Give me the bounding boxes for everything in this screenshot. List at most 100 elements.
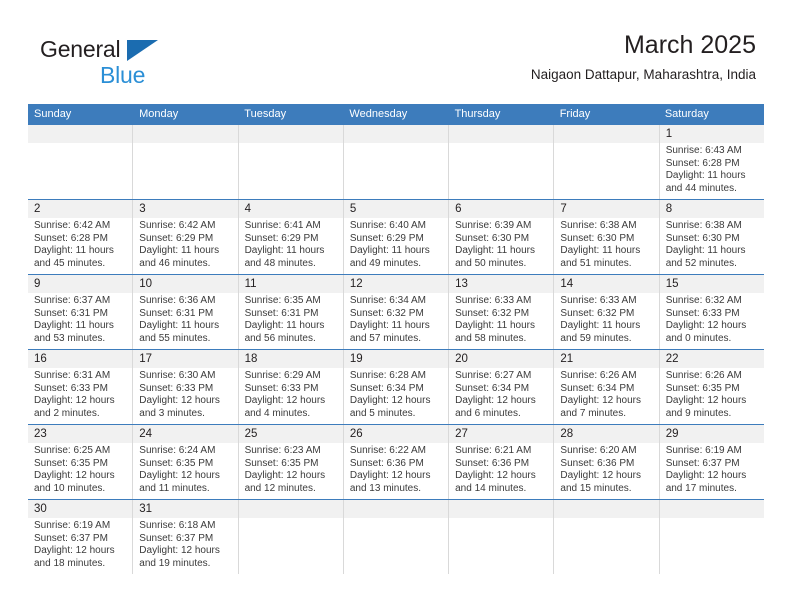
daylight-text-line2: and 11 minutes. [139,482,210,494]
day-cell[interactable]: Sunrise: 6:33 AM Sunset: 6:32 PM Daylight:… [448,293,553,349]
day-number[interactable]: 21 [553,350,658,368]
day-number[interactable]: 9 [28,275,132,293]
day-number[interactable]: 25 [237,425,343,443]
day-cell[interactable]: Sunrise: 6:19 AM Sunset: 6:37 PM Daylight:… [658,443,764,499]
day-number[interactable]: 20 [448,350,553,368]
daylight-text-line2: and 59 minutes. [560,332,632,344]
day-number[interactable]: 28 [553,425,658,443]
day-cell[interactable]: Sunrise: 6:35 AM Sunset: 6:31 PM Daylight:… [237,293,343,349]
day-cell[interactable]: Sunrise: 6:31 AM Sunset: 6:33 PM Daylight:… [28,368,132,424]
day-cell[interactable]: Sunrise: 6:20 AM Sunset: 6:36 PM Daylight:… [553,443,658,499]
sunset-text: Sunset: 6:32 PM [560,307,635,319]
day-number[interactable]: 2 [28,200,132,218]
day-cell[interactable]: Sunrise: 6:39 AM Sunset: 6:30 PM Daylight:… [448,218,553,274]
day-cell[interactable]: Sunrise: 6:19 AM Sunset: 6:37 PM Daylight:… [28,518,132,574]
day-number[interactable]: 15 [658,275,764,293]
daylight-text-line2: and 6 minutes. [455,407,521,419]
sunrise-text: Sunrise: 6:22 AM [349,445,426,456]
day-number[interactable]: 10 [132,275,237,293]
sunrise-text: Sunrise: 6:21 AM [455,445,532,456]
sunrise-text: Sunrise: 6:28 AM [349,370,426,381]
day-cell[interactable]: Sunrise: 6:22 AM Sunset: 6:36 PM Daylight:… [342,443,448,499]
day-number[interactable]: 30 [28,500,132,518]
day-number[interactable]: 4 [237,200,343,218]
day-number[interactable]: 13 [448,275,553,293]
day-number[interactable]: 3 [132,200,237,218]
day-cell-empty [553,143,659,199]
sunset-text: Sunset: 6:28 PM [665,157,740,169]
day-cell[interactable]: Sunrise: 6:28 AM Sunset: 6:34 PM Daylight:… [342,368,448,424]
daylight-text-line2: and 49 minutes. [349,257,422,269]
daylight-text-line2: and 15 minutes. [560,482,632,494]
day-cell[interactable]: Sunrise: 6:42 AM Sunset: 6:29 PM Daylight:… [132,218,237,274]
day-cell[interactable]: Sunrise: 6:41 AM Sunset: 6:29 PM Daylight:… [237,218,343,274]
day-number[interactable]: 23 [28,425,132,443]
day-cell[interactable]: Sunrise: 6:29 AM Sunset: 6:33 PM Daylight:… [237,368,343,424]
day-cell[interactable]: Sunrise: 6:36 AM Sunset: 6:31 PM Daylight:… [132,293,237,349]
sunrise-text: Sunrise: 6:29 AM [244,370,321,381]
calendar-week-row: 1 Sunrise: 6:43 AM Sunset: 6:28 PM Daylight… [28,125,764,199]
day-cell[interactable]: Sunrise: 6:25 AM Sunset: 6:35 PM Daylight:… [28,443,132,499]
day-number[interactable]: 8 [658,200,764,218]
daylight-text-line2: and 19 minutes. [139,557,211,569]
day-cell[interactable]: Sunrise: 6:42 AM Sunset: 6:28 PM Daylight:… [28,218,132,274]
day-cell-empty [237,518,343,574]
sunset-text: Sunset: 6:33 PM [139,382,214,394]
weekday-header-saturday: Saturday [664,108,709,120]
sunrise-text: Sunrise: 6:20 AM [560,445,637,456]
daylight-text-line2: and 51 minutes. [560,257,632,269]
day-number[interactable]: 12 [342,275,448,293]
day-number[interactable]: 5 [342,200,448,218]
sunset-text: Sunset: 6:28 PM [34,232,108,244]
sunset-text: Sunset: 6:33 PM [665,307,740,319]
day-number[interactable]: 29 [658,425,764,443]
sunset-text: Sunset: 6:30 PM [665,232,740,244]
day-number[interactable]: 7 [553,200,658,218]
day-number[interactable]: 22 [658,350,764,368]
day-number[interactable]: 6 [448,200,553,218]
title-block: March 2025 Naigaon Dattapur, Maharashtra… [531,28,756,86]
day-cell[interactable]: Sunrise: 6:26 AM Sunset: 6:35 PM Daylight:… [658,368,764,424]
day-cell[interactable]: Sunrise: 6:27 AM Sunset: 6:34 PM Daylight:… [448,368,553,424]
day-cell[interactable]: Sunrise: 6:18 AM Sunset: 6:37 PM Daylight:… [132,518,237,574]
day-number[interactable]: 19 [342,350,448,368]
day-number[interactable]: 27 [448,425,553,443]
day-number[interactable]: 26 [342,425,448,443]
calendar-page: General Blue March 2025 Naigaon Dattapur… [0,0,792,612]
sunrise-text: Sunrise: 6:33 AM [560,295,637,306]
sunrise-text: Sunrise: 6:24 AM [139,445,216,456]
day-cell[interactable]: Sunrise: 6:38 AM Sunset: 6:30 PM Daylight:… [658,218,764,274]
day-cell[interactable]: Sunrise: 6:21 AM Sunset: 6:36 PM Daylight:… [448,443,553,499]
sunset-text: Sunset: 6:29 PM [139,232,214,244]
general-blue-logo[interactable]: General Blue [40,36,220,92]
day-cell[interactable]: Sunrise: 6:24 AM Sunset: 6:35 PM Daylight:… [132,443,237,499]
day-cell[interactable]: Sunrise: 6:23 AM Sunset: 6:35 PM Daylight:… [237,443,343,499]
day-number[interactable]: 16 [28,350,132,368]
day-number[interactable]: 14 [553,275,658,293]
day-cell[interactable]: Sunrise: 6:33 AM Sunset: 6:32 PM Daylight:… [553,293,658,349]
sunrise-text: Sunrise: 6:23 AM [244,445,321,456]
day-number[interactable]: 24 [132,425,237,443]
day-number[interactable]: 18 [237,350,343,368]
daylight-text-line1: Daylight: 12 hours [665,470,747,482]
day-cell[interactable]: Sunrise: 6:40 AM Sunset: 6:29 PM Daylight:… [342,218,448,274]
day-number[interactable]: 31 [132,500,237,518]
daylight-text-line1: Daylight: 12 hours [665,320,747,332]
day-cell[interactable]: Sunrise: 6:34 AM Sunset: 6:32 PM Daylight:… [342,293,448,349]
daylight-text-line1: Daylight: 11 hours [560,245,641,257]
day-cell[interactable]: Sunrise: 6:38 AM Sunset: 6:30 PM Daylight:… [553,218,658,274]
sunset-text: Sunset: 6:33 PM [34,382,108,394]
day-cell[interactable]: Sunrise: 6:30 AM Sunset: 6:33 PM Daylight:… [132,368,237,424]
daylight-text-line2: and 53 minutes. [34,332,106,344]
day-cell[interactable]: Sunrise: 6:37 AM Sunset: 6:31 PM Daylight:… [28,293,132,349]
day-number[interactable]: 11 [237,275,343,293]
day-cell[interactable]: Sunrise: 6:32 AM Sunset: 6:33 PM Daylight:… [658,293,764,349]
page-header: General Blue March 2025 Naigaon Dattapur… [28,28,764,92]
day-cell-empty [28,143,133,199]
day-number-empty [448,500,554,518]
sunrise-text: Sunrise: 6:42 AM [34,220,111,231]
day-cell[interactable]: Sunrise: 6:26 AM Sunset: 6:34 PM Daylight:… [553,368,658,424]
day-cell[interactable]: Sunrise: 6:43 AM Sunset: 6:28 PM Daylight:… [658,143,764,199]
day-number[interactable]: 1 [658,125,764,143]
day-number[interactable]: 17 [132,350,237,368]
